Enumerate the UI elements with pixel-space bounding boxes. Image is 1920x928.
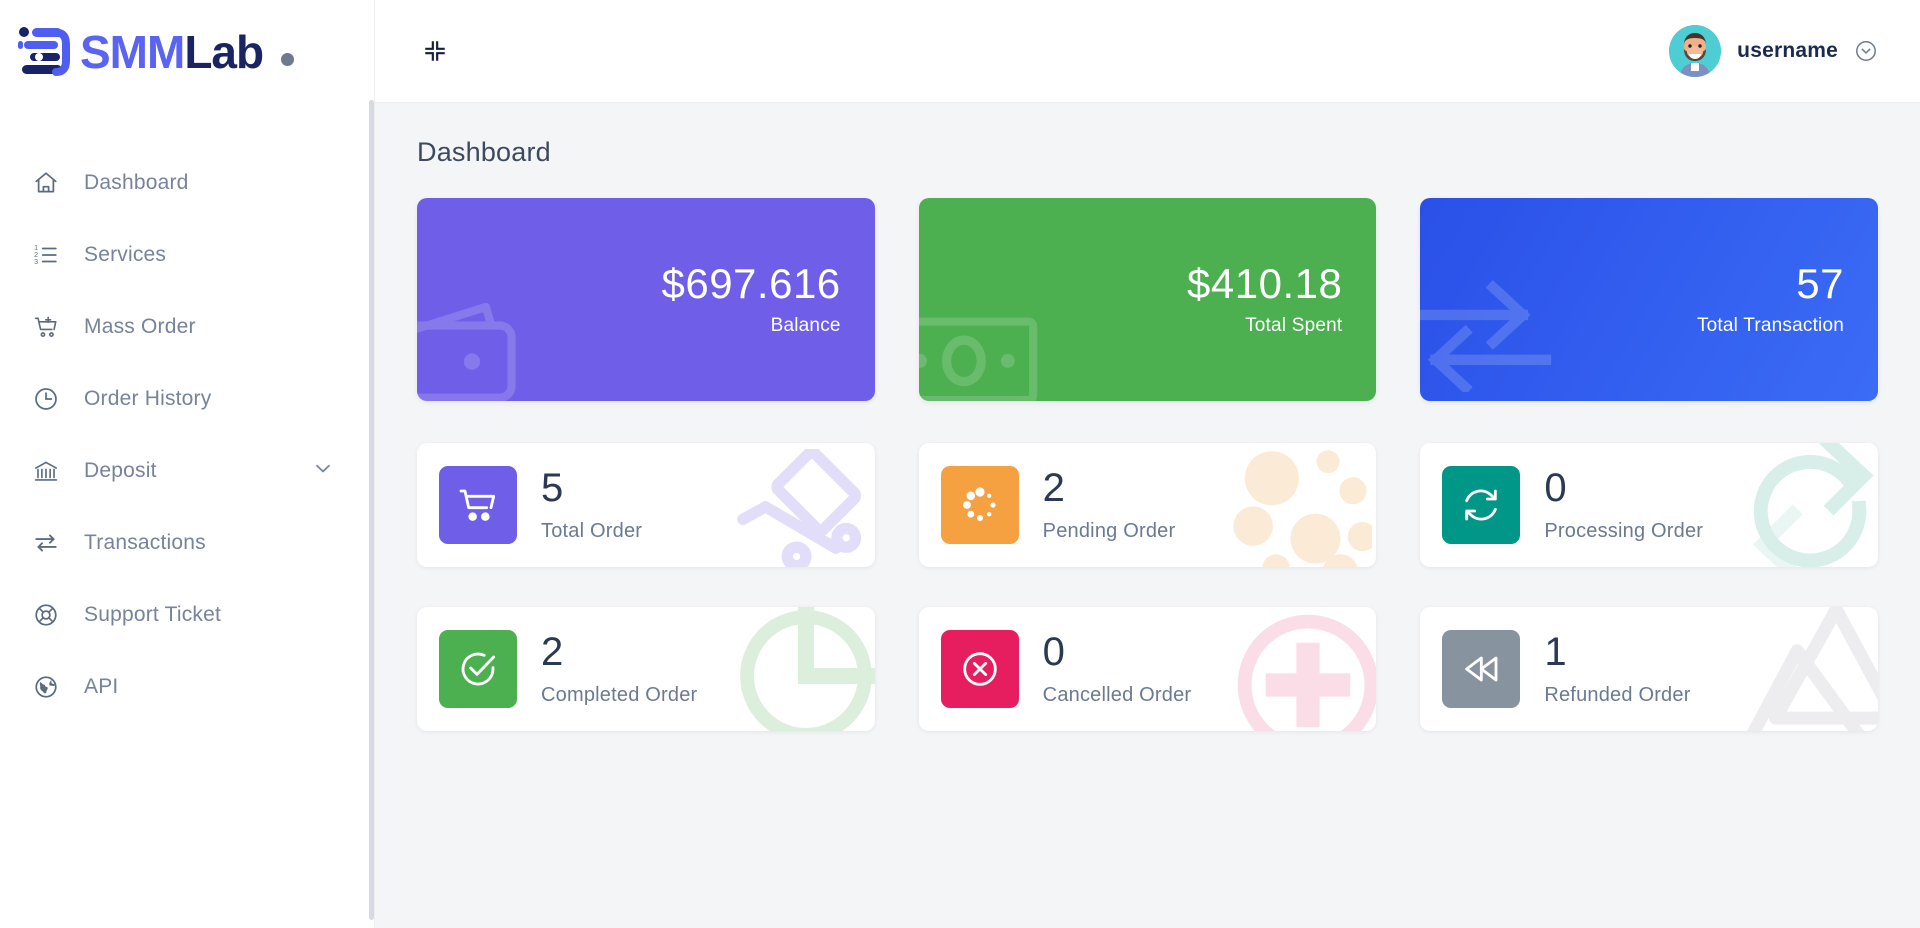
brand-name-part2: Lab [184, 25, 264, 78]
sidebar-item-order-history[interactable]: Order History [0, 363, 374, 435]
globe-icon [32, 673, 60, 701]
topbar: username [375, 0, 1920, 103]
order-card-cancelled-order[interactable]: 0 Cancelled Order [918, 607, 1377, 731]
order-card-row-1: 5 Total Order 2 Pending Order 0 Processi… [417, 443, 1879, 567]
clock-icon [32, 385, 60, 413]
sidebar-item-transactions[interactable]: Transactions [0, 507, 374, 579]
brand-name-part1: SMM [80, 25, 185, 78]
sidebar-item-api[interactable]: API [0, 651, 374, 723]
compress-icon[interactable] [415, 31, 455, 71]
order-card-label: Processing Order [1544, 519, 1704, 542]
brand-logo[interactable]: SMMLab [0, 0, 374, 103]
order-card-text: 0 Cancelled Order [1043, 632, 1192, 707]
order-card-label: Total Order [541, 519, 643, 542]
summary-card-row: $697.616 Balance $410.18 Total Spent 57 … [417, 198, 1879, 401]
money-bill-icon [918, 310, 1047, 401]
order-card-label: Cancelled Order [1042, 683, 1192, 706]
triangles-icon [1731, 607, 1879, 731]
page-title: Dashboard [417, 137, 551, 167]
sidebar-item-label: Services [84, 243, 167, 266]
sidebar-item-dashboard[interactable]: Dashboard [0, 147, 374, 219]
order-card-refunded-order[interactable]: 1 Refunded Order [1420, 607, 1879, 731]
dots-circle-icon [1207, 445, 1377, 567]
sync-icon [1442, 466, 1521, 544]
order-card-pending-order[interactable]: 2 Pending Order [918, 443, 1377, 567]
summary-card-label: Balance [770, 315, 841, 337]
hand-truck-icon [729, 446, 875, 567]
sidebar-scrollbar[interactable] [369, 100, 374, 920]
order-card-text: 5 Total Order [541, 468, 642, 543]
cart-icon [439, 466, 517, 544]
sync-arrows-icon [1728, 443, 1878, 567]
spinner-icon [940, 466, 1019, 544]
smmlab-logo-icon [14, 21, 76, 83]
sidebar-item-services[interactable]: 1 2 3 Services [0, 219, 374, 291]
order-card-value: 5 [541, 465, 564, 510]
times-circle-icon [940, 630, 1019, 708]
summary-card-total-spent[interactable]: $410.18 Total Spent [918, 198, 1377, 401]
order-card-value: 1 [1544, 629, 1567, 674]
summary-card-total-transaction[interactable]: 57 Total Transaction [1420, 198, 1879, 401]
dashboard-content: Dashboard $697.616 Balance $410.18 Total… [375, 103, 1920, 928]
sidebar-item-support-ticket[interactable]: Support Ticket [0, 579, 374, 651]
order-card-total-order[interactable]: 5 Total Order [417, 443, 875, 567]
order-card-text: 2 Completed Order [541, 632, 697, 707]
order-card-label: Pending Order [1042, 519, 1176, 542]
summary-card-balance[interactable]: $697.616 Balance [417, 198, 875, 401]
sidebar-item-label: Support Ticket [84, 603, 222, 626]
sidebar-item-label: Order History [84, 387, 212, 410]
order-card-value: 0 [1042, 629, 1065, 674]
chevron-down-icon[interactable] [312, 458, 334, 485]
order-card-value: 2 [541, 629, 564, 674]
order-card-text: 2 Pending Order [1043, 468, 1176, 543]
home-icon [32, 169, 60, 197]
order-card-text: 1 Refunded Order [1544, 632, 1690, 707]
sidebar-item-mass-order[interactable]: Mass Order [0, 291, 374, 363]
order-card-processing-order[interactable]: 0 Processing Order [1420, 443, 1879, 567]
sidebar-nav: Dashboard 1 2 3 Services Mass Order Orde… [0, 103, 374, 723]
check-circle-icon [439, 630, 517, 708]
username-label: username [1737, 39, 1838, 62]
pie-chart-icon [731, 607, 875, 731]
plus-circle-icon [1234, 611, 1377, 731]
sidebar-item-label: Dashboard [84, 171, 189, 194]
sidebar-item-label: Mass Order [84, 315, 196, 338]
summary-card-label: Total Spent [1245, 315, 1343, 337]
sidebar: SMMLab Dashboard 1 2 3 Services Mass Ord… [0, 0, 375, 928]
main-area: username Dashboard $697.616 Balance $410… [375, 0, 1920, 928]
order-card-completed-order[interactable]: 2 Completed Order [417, 607, 875, 731]
summary-card-value: 57 [1796, 259, 1845, 307]
rewind-icon [1442, 630, 1521, 708]
bank-icon [32, 457, 60, 485]
lifebuoy-icon [32, 601, 60, 629]
svg-text:3: 3 [34, 259, 38, 266]
summary-card-value: $410.18 [1187, 259, 1343, 307]
user-menu[interactable]: username [1669, 25, 1878, 77]
order-card-row-2: 2 Completed Order 0 Cancelled Order 1 Re… [417, 607, 1879, 731]
exchange-icon [32, 529, 60, 557]
order-card-label: Refunded Order [1544, 683, 1691, 706]
user-avatar [1669, 25, 1722, 77]
order-card-text: 0 Processing Order [1544, 468, 1703, 543]
order-card-value: 0 [1544, 465, 1567, 510]
summary-card-value: $697.616 [661, 259, 841, 307]
order-card-value: 2 [1042, 465, 1065, 510]
wallet-icon [417, 286, 535, 401]
sidebar-item-label: Transactions [84, 531, 206, 554]
app-root: SMMLab Dashboard 1 2 3 Services Mass Ord… [0, 0, 1920, 928]
sidebar-item-deposit[interactable]: Deposit [0, 435, 374, 507]
cart-plus-icon [32, 313, 60, 341]
brand-name: SMMLab [80, 25, 264, 78]
sidebar-item-label: Deposit [84, 459, 157, 482]
brand-dot-icon [281, 53, 295, 66]
order-card-label: Completed Order [541, 683, 698, 706]
sidebar-item-label: API [84, 675, 119, 698]
summary-card-label: Total Transaction [1696, 315, 1845, 337]
exchange-arrows-icon [1420, 277, 1560, 397]
list-ordered-icon: 1 2 3 [32, 241, 60, 269]
chevron-down-circle-icon[interactable] [1854, 39, 1878, 63]
